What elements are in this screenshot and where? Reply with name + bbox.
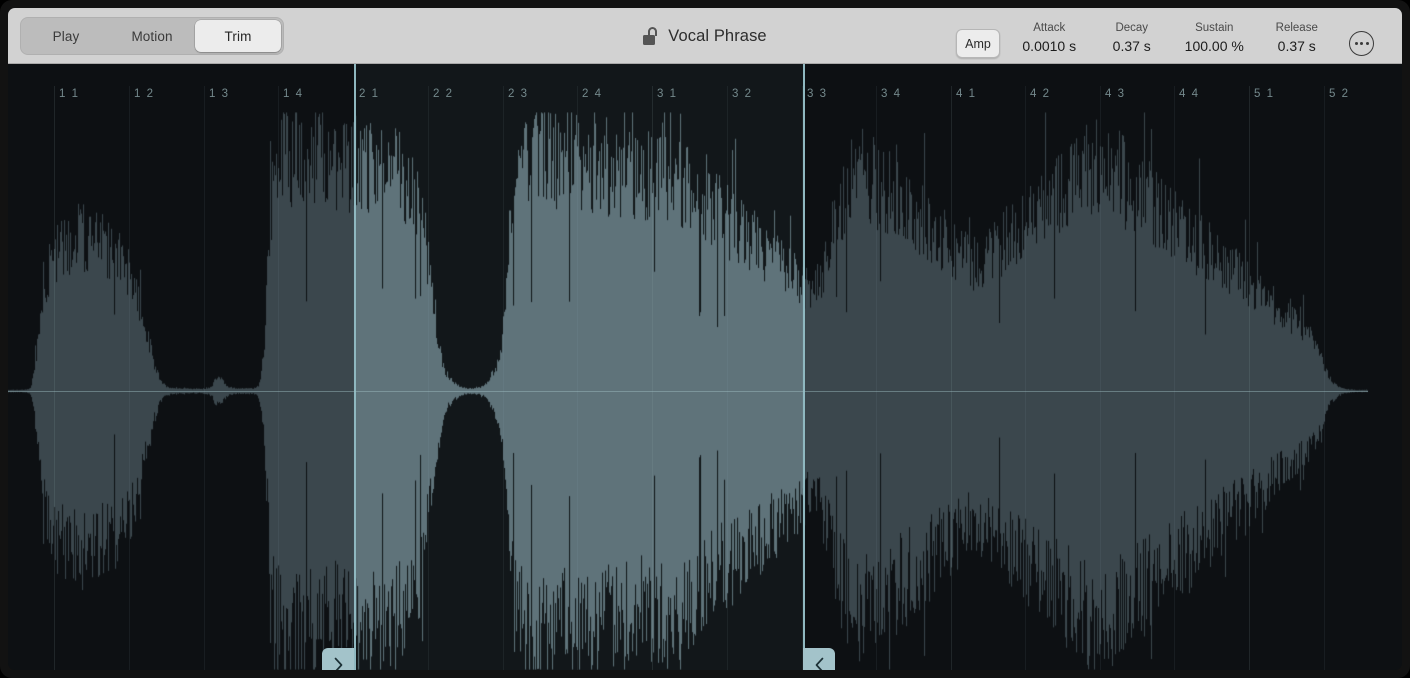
waveform-editor[interactable]: 1 1 1 2 1 3 1 4 2 1 2 2 2 3 2 4 3 1 3 2 3 3 3 4 4 1 4… <box>8 64 1402 670</box>
ruler-tick-label: 1 3 <box>209 88 230 100</box>
tab-play[interactable]: Play <box>23 20 109 52</box>
ruler-tick-label: 1 4 <box>283 88 304 100</box>
audio-editor-window: Play Motion Trim Vocal Phrase <box>0 0 1410 678</box>
sustain-field[interactable]: Sustain 100.00 % <box>1173 21 1256 55</box>
selection-start-edge[interactable] <box>354 64 356 112</box>
gridline <box>652 86 653 112</box>
timeline-ruler[interactable]: 1 1 1 2 1 3 1 4 2 1 2 2 2 3 2 4 3 1 3 2 3 3 3 4 4 1 4… <box>8 64 1402 112</box>
sustain-label: Sustain <box>1195 21 1233 35</box>
unlocked-padlock-icon[interactable] <box>643 27 659 45</box>
ruler-tick-label: 2 4 <box>582 88 603 100</box>
ruler-tick-label: 4 3 <box>1105 88 1126 100</box>
page-title: Vocal Phrase <box>668 27 766 46</box>
tab-trim[interactable]: Trim <box>195 20 281 52</box>
chevron-left-icon <box>814 657 825 670</box>
ruler-tick-label: 3 1 <box>657 88 678 100</box>
gridline <box>428 86 429 112</box>
ruler-tick-label: 5 1 <box>1254 88 1275 100</box>
chevron-right-icon <box>333 657 344 670</box>
attack-field[interactable]: Attack 0.0010 s <box>1008 21 1091 55</box>
decay-label: Decay <box>1115 21 1148 35</box>
ruler-tick-label: 2 3 <box>508 88 529 100</box>
gridline <box>727 86 728 112</box>
waveform-display[interactable] <box>8 112 1402 670</box>
mode-segmented-control[interactable]: Play Motion Trim <box>20 17 284 55</box>
ellipsis-circle-icon[interactable] <box>1349 31 1374 56</box>
tab-trim-label: Trim <box>225 29 252 44</box>
gridline <box>503 86 504 112</box>
tab-play-label: Play <box>53 29 80 44</box>
ruler-tick-label: 2 2 <box>433 88 454 100</box>
trim-handle-left[interactable] <box>322 648 354 670</box>
ruler-tick-label: 1 2 <box>134 88 155 100</box>
ruler-tick-label: 3 2 <box>732 88 753 100</box>
attack-value: 0.0010 s <box>1022 38 1076 55</box>
ruler-tick-label: 1 1 <box>59 88 80 100</box>
gridline <box>1100 86 1101 112</box>
ruler-tick-label: 4 2 <box>1030 88 1051 100</box>
envelope-readout: Attack 0.0010 s Decay 0.37 s Sustain 100… <box>1008 21 1338 63</box>
tab-motion[interactable]: Motion <box>109 20 195 52</box>
gridline <box>951 86 952 112</box>
tab-motion-label: Motion <box>131 29 172 44</box>
gridline <box>1025 86 1026 112</box>
selection-end-edge[interactable] <box>803 64 805 112</box>
amp-button[interactable]: Amp <box>956 29 1000 58</box>
gridline <box>129 86 130 112</box>
ruler-tick-label: 2 1 <box>359 88 380 100</box>
ruler-tick-label: 4 4 <box>1179 88 1200 100</box>
gridline <box>1174 86 1175 112</box>
ruler-tick-label: 3 4 <box>881 88 902 100</box>
attack-label: Attack <box>1033 21 1065 35</box>
gridline <box>577 86 578 112</box>
gridline <box>1324 86 1325 112</box>
toolbar: Play Motion Trim Vocal Phrase <box>8 8 1402 64</box>
ruler-tick-label: 3 3 <box>807 88 828 100</box>
gridline <box>876 86 877 112</box>
ruler-tick-label: 5 2 <box>1329 88 1350 100</box>
zero-amplitude-line <box>8 391 1368 392</box>
amp-button-label: Amp <box>965 37 991 51</box>
sustain-value: 100.00 % <box>1185 38 1244 55</box>
release-field[interactable]: Release 0.37 s <box>1256 21 1339 55</box>
gridline <box>1249 86 1250 112</box>
gridline <box>54 86 55 112</box>
gridline <box>278 86 279 112</box>
window-content: Play Motion Trim Vocal Phrase <box>8 8 1402 670</box>
trim-handle-right[interactable] <box>803 648 835 670</box>
release-value: 0.37 s <box>1278 38 1316 55</box>
release-label: Release <box>1276 21 1318 35</box>
decay-value: 0.37 s <box>1113 38 1151 55</box>
decay-field[interactable]: Decay 0.37 s <box>1091 21 1174 55</box>
ruler-tick-label: 4 1 <box>956 88 977 100</box>
gridline <box>204 86 205 112</box>
